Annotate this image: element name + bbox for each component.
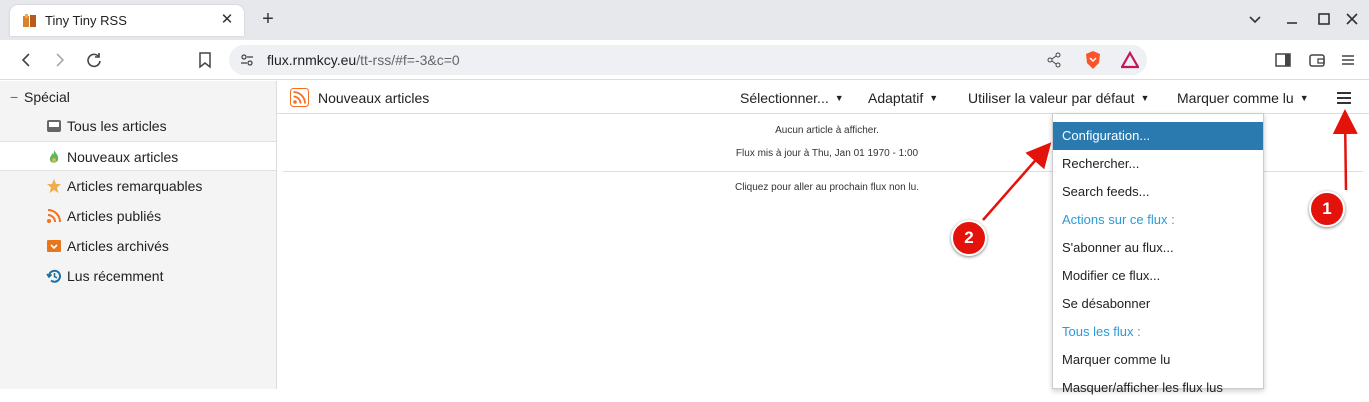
sidebar-item-archived[interactable]: Articles archivés	[0, 231, 276, 261]
collapse-icon[interactable]: −	[10, 89, 24, 105]
chevron-down-icon[interactable]	[1246, 10, 1264, 28]
sidebar-toggle-icon[interactable]	[1272, 49, 1294, 71]
site-settings-icon[interactable]	[239, 52, 255, 68]
forward-icon[interactable]	[49, 49, 71, 71]
sidebar-item-label: Articles remarquables	[67, 178, 203, 194]
sidebar-item-recently-read[interactable]: Lus récemment	[0, 261, 276, 291]
category-special[interactable]: − Spécial	[10, 89, 70, 105]
caret-down-icon: ▼	[1140, 93, 1150, 103]
url-host: flux.rnmkcy.eu	[267, 52, 357, 68]
sidebar-item-label: Articles publiés	[67, 208, 162, 224]
brave-shield-icon[interactable]	[1084, 50, 1102, 70]
menu-header-feed-actions: Actions sur ce flux :	[1062, 212, 1175, 227]
feed-updated-message: Flux mis à jour à Thu, Jan 01 1970 - 1:0…	[735, 148, 919, 159]
menu-item-unsubscribe[interactable]: Se désabonner	[1053, 290, 1263, 318]
no-articles-message: Aucun article à afficher.	[775, 125, 879, 136]
browser-menu-icon[interactable]	[1337, 49, 1359, 71]
url-text: flux.rnmkcy.eu/tt-rss/#f=-3&c=0	[267, 52, 460, 68]
annotation-badge-1: 1	[1309, 191, 1345, 227]
mark-read-dropdown[interactable]: Marquer comme lu ▼	[1177, 90, 1309, 106]
actions-menu-icon[interactable]	[1337, 92, 1351, 104]
address-bar[interactable]: flux.rnmkcy.eu/tt-rss/#f=-3&c=0	[229, 45, 1147, 75]
actions-menu: Configuration... Rechercher... Search fe…	[1052, 113, 1264, 395]
menu-item-search[interactable]: Rechercher...	[1053, 150, 1263, 178]
sidebar-item-starred[interactable]: Articles remarquables	[0, 171, 276, 201]
sidebar-item-new-articles[interactable]: Nouveaux articles	[0, 141, 276, 171]
browser-toolbar: flux.rnmkcy.eu/tt-rss/#f=-3&c=0	[0, 40, 1369, 80]
maximize-icon[interactable]	[1315, 10, 1333, 28]
sidebar-item-published[interactable]: Articles publiés	[0, 201, 276, 231]
select-label: Sélectionner...	[740, 90, 829, 106]
sidebar-item-label: Articles archivés	[67, 238, 169, 254]
star-icon	[47, 179, 61, 193]
minimize-icon[interactable]	[1283, 10, 1301, 28]
bookmark-icon[interactable]	[194, 49, 216, 71]
menu-item-toggle-read-feeds[interactable]: Masquer/afficher les flux lus	[1053, 374, 1263, 402]
history-icon	[46, 269, 61, 283]
caret-down-icon: ▼	[929, 93, 939, 103]
new-tab-button[interactable]: +	[257, 8, 279, 30]
fire-icon	[49, 150, 59, 163]
headlines-toolbar: Nouveaux articles Sélectionner... ▼ Adapt…	[277, 81, 1369, 114]
ttrss-favicon-icon	[23, 14, 36, 27]
window-close-icon[interactable]	[1343, 10, 1361, 28]
feed-title: Nouveaux articles	[318, 90, 430, 106]
sidebar-item-all-articles[interactable]: Tous les articles	[0, 111, 276, 141]
archive-icon	[47, 240, 61, 252]
menu-item-edit-feed[interactable]: Modifier ce flux...	[1053, 262, 1263, 290]
close-tab-icon[interactable]: ✕	[218, 11, 236, 29]
browser-tab-bar: Tiny Tiny RSS ✕ +	[0, 0, 1369, 40]
rss-icon	[290, 88, 309, 107]
wallet-icon[interactable]	[1306, 49, 1328, 71]
share-icon[interactable]	[1046, 52, 1062, 68]
back-icon[interactable]	[15, 49, 37, 71]
browser-tab[interactable]: Tiny Tiny RSS ✕	[10, 5, 244, 36]
sidebar-item-label: Lus récemment	[67, 268, 164, 284]
mark-read-label: Marquer comme lu	[1177, 90, 1294, 106]
tab-title: Tiny Tiny RSS	[45, 13, 127, 28]
order-dropdown[interactable]: Utiliser la valeur par défaut ▼	[968, 90, 1149, 106]
annotation-badge-2: 2	[951, 220, 987, 256]
feed-tree-sidebar: − Spécial Tous les articles Nouveaux arti…	[0, 81, 277, 389]
brave-rewards-icon[interactable]	[1121, 51, 1139, 69]
select-dropdown[interactable]: Sélectionner... ▼	[740, 90, 844, 106]
rss-icon	[47, 209, 61, 223]
inbox-icon	[47, 120, 61, 132]
menu-item-search-feeds[interactable]: Search feeds...	[1053, 178, 1263, 206]
view-mode-dropdown[interactable]: Adaptatif ▼	[868, 90, 938, 106]
next-unread-feed-link[interactable]: Cliquez pour aller au prochain flux non …	[657, 182, 997, 193]
reload-icon[interactable]	[83, 49, 105, 71]
category-label: Spécial	[24, 89, 70, 105]
caret-down-icon: ▼	[834, 93, 844, 103]
menu-item-subscribe[interactable]: S'abonner au flux...	[1053, 234, 1263, 262]
menu-item-configuration[interactable]: Configuration...	[1053, 122, 1263, 150]
url-path: /tt-rss/#f=-3&c=0	[356, 52, 460, 68]
view-mode-label: Adaptatif	[868, 90, 924, 106]
menu-header-all-feeds: Tous les flux :	[1062, 324, 1141, 339]
sidebar-item-label: Tous les articles	[67, 118, 167, 134]
caret-down-icon: ▼	[1299, 93, 1309, 103]
menu-item-mark-all-read[interactable]: Marquer comme lu	[1053, 346, 1263, 374]
sidebar-item-label: Nouveaux articles	[67, 149, 179, 165]
order-label: Utiliser la valeur par défaut	[968, 90, 1135, 106]
